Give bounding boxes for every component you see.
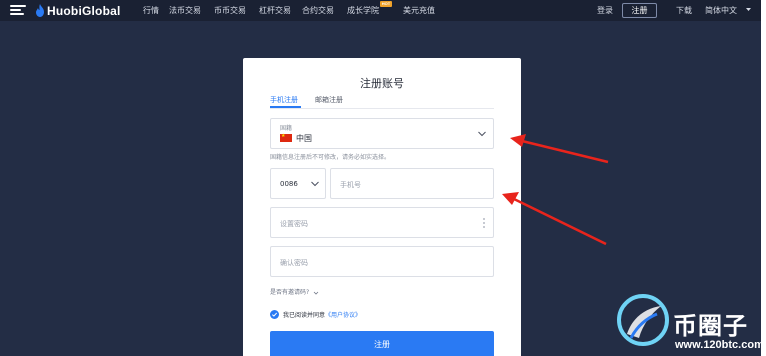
chevron-down-icon <box>313 291 319 295</box>
watermark-logo-icon <box>617 294 669 346</box>
nav-exchange[interactable]: 币币交易 <box>214 5 246 16</box>
logo-text: HuobiGlobal <box>47 3 121 18</box>
agreement-row: 我已阅读并同意 《用户协议》 <box>270 309 361 319</box>
country-value: 中国 <box>296 134 312 143</box>
download-link[interactable]: 下载 <box>676 5 692 16</box>
nav-market[interactable]: 行情 <box>143 5 159 16</box>
nav-futures[interactable]: 合约交易 <box>302 5 334 16</box>
china-flag-icon: ★ <box>280 134 292 142</box>
watermark-url: www.120btc.com <box>675 339 764 351</box>
language-selector[interactable]: 简体中文 <box>705 5 737 16</box>
more-options-icon[interactable] <box>483 218 486 229</box>
agree-checkbox[interactable] <box>270 309 279 319</box>
nav-usd-deposit[interactable]: 美元充值 <box>403 5 435 16</box>
chevron-down-icon <box>311 181 319 187</box>
tab-email-register[interactable]: 邮箱注册 <box>315 95 343 105</box>
country-select[interactable]: 国籍 ★ 中国 <box>270 118 494 149</box>
confirm-password-placeholder: 确认密码 <box>280 259 308 267</box>
flame-icon <box>36 4 44 17</box>
agree-text: 我已阅读并同意 <box>283 311 326 319</box>
login-link[interactable]: 登录 <box>597 5 613 16</box>
confirm-password-input[interactable]: 确认密码 <box>270 246 494 277</box>
chevron-down-icon <box>478 131 486 137</box>
phone-code-select[interactable]: 0086 <box>270 168 326 199</box>
nav-otc[interactable]: 法币交易 <box>169 5 201 16</box>
password-input[interactable]: 设置密码 <box>270 207 494 238</box>
invite-code-label: 是否有邀请码? <box>270 289 310 296</box>
invite-code-toggle[interactable]: 是否有邀请码? <box>270 287 319 296</box>
arrow-icon <box>510 134 609 164</box>
register-card: 注册账号 手机注册 邮箱注册 国籍 ★ 中国 国籍信息注册后不可修改，请务必如实… <box>243 58 521 356</box>
hot-badge: HOT <box>380 1 392 7</box>
register-button[interactable]: 注册 <box>622 3 657 18</box>
password-placeholder: 设置密码 <box>280 220 308 228</box>
nav-margin[interactable]: 杠杆交易 <box>259 5 291 16</box>
caret-down-icon[interactable] <box>744 5 753 14</box>
check-icon <box>271 312 278 317</box>
country-hint: 国籍信息注册后不可修改，请务必如实选择。 <box>270 154 391 161</box>
top-nav: HuobiGlobal 行情 法币交易 币币交易 杠杆交易 合约交易 成长学院 … <box>0 0 766 21</box>
menu-icon[interactable] <box>10 5 26 16</box>
phone-input[interactable]: 手机号 <box>330 168 494 199</box>
country-label: 国籍 <box>280 125 293 132</box>
tab-divider <box>270 108 494 109</box>
logo[interactable]: HuobiGlobal <box>35 3 121 18</box>
phone-code-value: 0086 <box>280 180 298 188</box>
nav-academy[interactable]: 成长学院 <box>347 5 379 16</box>
user-agreement-link[interactable]: 《用户协议》 <box>325 310 361 319</box>
submit-register-button[interactable]: 注册 <box>270 331 494 356</box>
page-title: 注册账号 <box>360 77 404 90</box>
phone-placeholder: 手机号 <box>340 181 361 189</box>
watermark-text: 币圈子 <box>673 312 748 340</box>
page-edge <box>761 0 766 356</box>
tab-phone-register[interactable]: 手机注册 <box>270 95 298 105</box>
